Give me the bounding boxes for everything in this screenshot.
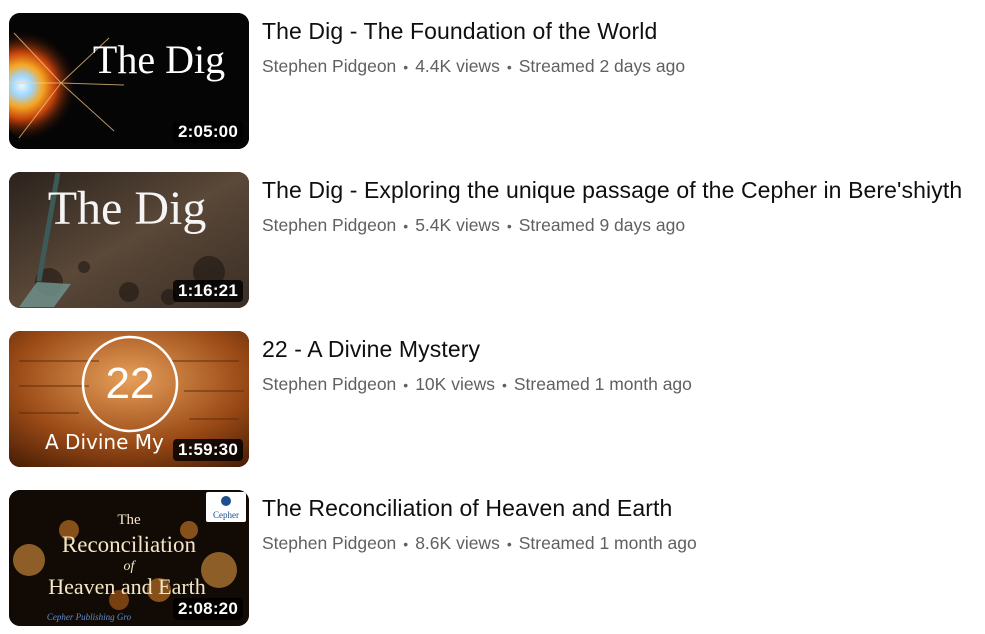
channel-name[interactable]: Stephen Pidgeon bbox=[262, 533, 396, 554]
view-count: 4.4K views bbox=[415, 56, 500, 76]
video-meta: The Reconciliation of Heaven and Earth S… bbox=[262, 490, 697, 628]
video-title[interactable]: 22 - A Divine Mystery bbox=[262, 334, 692, 364]
video-thumbnail[interactable]: The Dig 2:05:00 bbox=[9, 13, 249, 149]
thumbnail-footer: Cepher Publishing Gro bbox=[47, 612, 132, 622]
separator-dot: • bbox=[501, 376, 507, 393]
channel-name[interactable]: Stephen Pidgeon bbox=[262, 56, 396, 77]
thumbnail-title-text: The Dig bbox=[48, 182, 207, 235]
video-meta: The Dig - Exploring the unique passage o… bbox=[262, 172, 962, 310]
separator-dot: • bbox=[403, 58, 409, 75]
thumbnail-line-1: The bbox=[117, 512, 141, 528]
duration-badge: 1:59:30 bbox=[173, 439, 243, 461]
video-thumbnail[interactable]: 22 A Divine My 1:59:30 bbox=[9, 331, 249, 467]
video-thumbnail[interactable]: The Dig 1:16:21 bbox=[9, 172, 249, 308]
video-byline: Stephen Pidgeon • 4.4K views • Streamed … bbox=[262, 56, 685, 77]
video-byline: Stephen Pidgeon • 8.6K views • Streamed … bbox=[262, 533, 697, 554]
video-title[interactable]: The Dig - Exploring the unique passage o… bbox=[262, 175, 962, 205]
video-title[interactable]: The Dig - The Foundation of the World bbox=[262, 16, 685, 46]
separator-dot: • bbox=[506, 217, 512, 234]
video-list: The Dig 2:05:00 The Dig - The Foundation… bbox=[0, 0, 985, 634]
duration-badge: 2:08:20 bbox=[173, 598, 243, 620]
video-meta: 22 - A Divine Mystery Stephen Pidgeon • … bbox=[262, 331, 692, 469]
thumbnail-caption: A Divine My bbox=[45, 430, 164, 454]
stream-age: Streamed 9 days ago bbox=[518, 215, 686, 235]
thumbnail-line-4: Heaven and Earth bbox=[48, 574, 206, 599]
duration-badge: 2:05:00 bbox=[173, 121, 243, 143]
thumbnail-line-2: Reconciliation bbox=[62, 532, 197, 557]
cepher-logo: Cepher bbox=[213, 510, 239, 520]
video-byline: Stephen Pidgeon • 5.4K views • Streamed … bbox=[262, 215, 962, 236]
separator-dot: • bbox=[403, 535, 409, 552]
video-item-4[interactable]: Cepher The Reconciliation of Heaven and … bbox=[9, 490, 979, 628]
stream-age: Streamed 1 month ago bbox=[513, 374, 692, 394]
video-byline: Stephen Pidgeon • 10K views • Streamed 1… bbox=[262, 374, 692, 395]
channel-name[interactable]: Stephen Pidgeon bbox=[262, 215, 396, 236]
separator-dot: • bbox=[403, 376, 409, 393]
video-meta: The Dig - The Foundation of the World St… bbox=[262, 13, 685, 151]
view-count: 5.4K views bbox=[415, 215, 500, 235]
channel-name[interactable]: Stephen Pidgeon bbox=[262, 374, 396, 395]
thumbnail-number: 22 bbox=[106, 359, 155, 408]
separator-dot: • bbox=[506, 535, 512, 552]
video-item-1[interactable]: The Dig 2:05:00 The Dig - The Foundation… bbox=[9, 13, 979, 151]
separator-dot: • bbox=[506, 58, 512, 75]
duration-badge: 1:16:21 bbox=[173, 280, 243, 302]
stream-age: Streamed 2 days ago bbox=[518, 56, 686, 76]
video-item-3[interactable]: 22 A Divine My 1:59:30 22 - A Divine Mys… bbox=[9, 331, 979, 469]
separator-dot: • bbox=[403, 217, 409, 234]
video-item-2[interactable]: The Dig 1:16:21 The Dig - Exploring the … bbox=[9, 172, 979, 310]
thumbnail-title-text: The Dig bbox=[93, 37, 225, 82]
video-title[interactable]: The Reconciliation of Heaven and Earth bbox=[262, 493, 697, 523]
view-count: 8.6K views bbox=[415, 533, 500, 553]
video-thumbnail[interactable]: Cepher The Reconciliation of Heaven and … bbox=[9, 490, 249, 626]
view-count: 10K views bbox=[415, 374, 495, 394]
stream-age: Streamed 1 month ago bbox=[518, 533, 697, 553]
